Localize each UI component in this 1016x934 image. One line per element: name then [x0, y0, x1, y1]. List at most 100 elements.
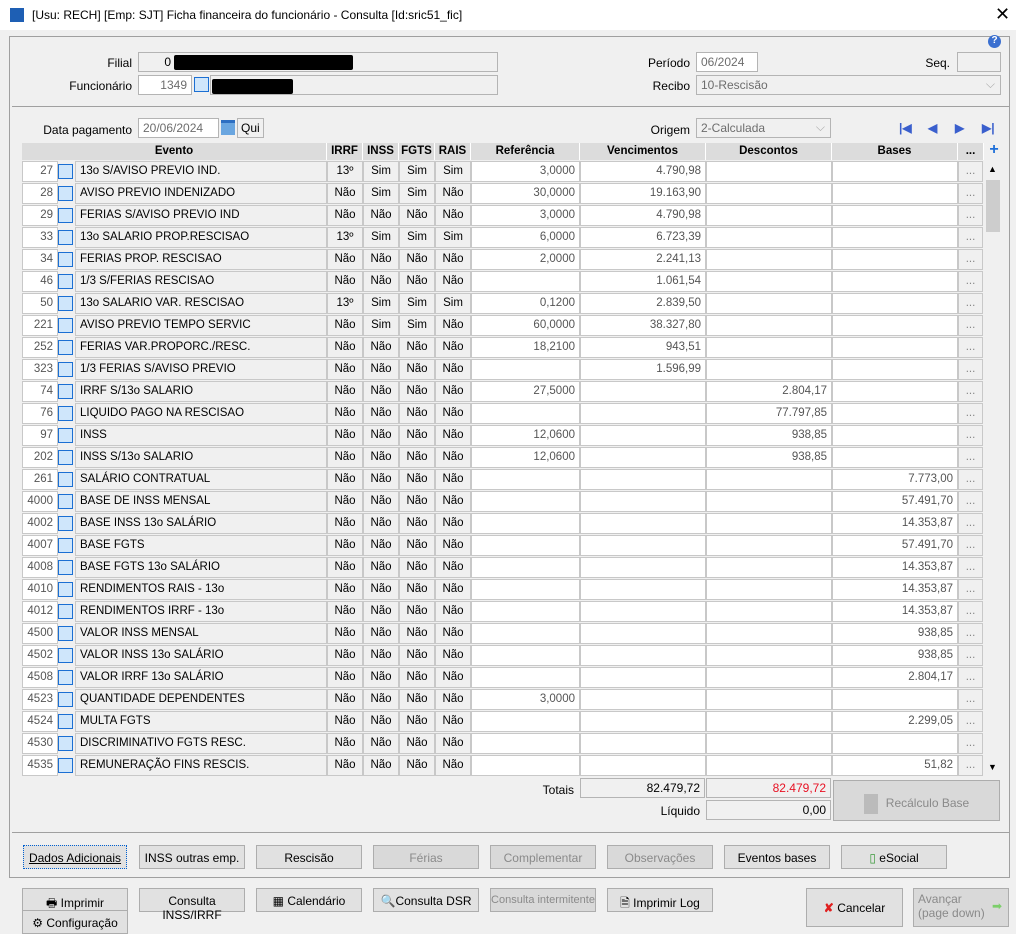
- fgts-cell[interactable]: Não: [399, 755, 435, 776]
- search-icon[interactable]: [58, 230, 73, 245]
- row-ellipsis-button[interactable]: ...: [958, 557, 983, 578]
- search-icon[interactable]: [58, 450, 73, 465]
- rais-cell[interactable]: Não: [435, 535, 471, 556]
- descontos-cell[interactable]: [706, 205, 832, 226]
- event-code-cell[interactable]: 74: [22, 381, 58, 402]
- search-icon[interactable]: [58, 692, 73, 707]
- inss-cell[interactable]: Não: [363, 469, 399, 490]
- descontos-cell[interactable]: [706, 535, 832, 556]
- event-name-cell[interactable]: 13o S/AVISO PREVIO IND.: [75, 161, 327, 182]
- descontos-cell[interactable]: [706, 469, 832, 490]
- tab-inss-outras-emp[interactable]: INSS outras emp.: [139, 845, 245, 869]
- search-icon[interactable]: [58, 494, 73, 509]
- vencimentos-cell[interactable]: [580, 425, 706, 446]
- irrf-cell[interactable]: Não: [327, 601, 363, 622]
- event-code-cell[interactable]: 4008: [22, 557, 58, 578]
- irrf-cell[interactable]: Não: [327, 711, 363, 732]
- vencimentos-cell[interactable]: [580, 491, 706, 512]
- bases-cell[interactable]: [832, 337, 958, 358]
- descontos-cell[interactable]: [706, 733, 832, 754]
- event-code-cell[interactable]: 33: [22, 227, 58, 248]
- descontos-cell[interactable]: [706, 249, 832, 270]
- descontos-cell[interactable]: [706, 359, 832, 380]
- bases-cell[interactable]: 14.353,87: [832, 579, 958, 600]
- descontos-cell[interactable]: [706, 755, 832, 776]
- rais-cell[interactable]: Não: [435, 557, 471, 578]
- irrf-cell[interactable]: Não: [327, 733, 363, 754]
- event-name-cell[interactable]: BASE FGTS 13o SALÁRIO: [75, 557, 327, 578]
- search-icon[interactable]: [58, 186, 73, 201]
- rais-cell[interactable]: Sim: [435, 161, 471, 182]
- vencimentos-cell[interactable]: [580, 381, 706, 402]
- recalculo-base-button[interactable]: Recálculo Base: [833, 780, 1000, 821]
- fgts-cell[interactable]: Não: [399, 491, 435, 512]
- funcionario-code-input[interactable]: 1349: [138, 75, 192, 95]
- first-record-icon[interactable]: |◀: [899, 121, 913, 135]
- rais-cell[interactable]: Não: [435, 513, 471, 534]
- rais-cell[interactable]: Não: [435, 183, 471, 204]
- bases-cell[interactable]: 57.491,70: [832, 491, 958, 512]
- event-name-cell[interactable]: FERIAS S/AVISO PREVIO IND: [75, 205, 327, 226]
- search-icon[interactable]: [58, 736, 73, 751]
- rais-cell[interactable]: Não: [435, 205, 471, 226]
- fgts-cell[interactable]: Não: [399, 337, 435, 358]
- rais-cell[interactable]: Sim: [435, 293, 471, 314]
- irrf-cell[interactable]: Não: [327, 183, 363, 204]
- vencimentos-cell[interactable]: 2.839,50: [580, 293, 706, 314]
- inss-cell[interactable]: Não: [363, 337, 399, 358]
- event-code-cell[interactable]: 27: [22, 161, 58, 182]
- rais-cell[interactable]: Não: [435, 447, 471, 468]
- tab-complementar[interactable]: Complementar: [490, 845, 596, 869]
- search-icon[interactable]: [58, 648, 73, 663]
- rais-cell[interactable]: Não: [435, 271, 471, 292]
- row-ellipsis-button[interactable]: ...: [958, 623, 983, 644]
- inss-cell[interactable]: Não: [363, 733, 399, 754]
- referencia-cell[interactable]: 2,0000: [471, 249, 580, 270]
- fgts-cell[interactable]: Sim: [399, 161, 435, 182]
- event-name-cell[interactable]: IRRF S/13o SALARIO: [75, 381, 327, 402]
- vencimentos-cell[interactable]: [580, 557, 706, 578]
- event-name-cell[interactable]: 1/3 S/FERIAS RESCISAO: [75, 271, 327, 292]
- inss-cell[interactable]: Não: [363, 513, 399, 534]
- vencimentos-cell[interactable]: 943,51: [580, 337, 706, 358]
- row-ellipsis-button[interactable]: ...: [958, 579, 983, 600]
- calendar-icon[interactable]: [221, 120, 235, 135]
- event-name-cell[interactable]: MULTA FGTS: [75, 711, 327, 732]
- bases-cell[interactable]: [832, 733, 958, 754]
- fgts-cell[interactable]: Não: [399, 359, 435, 380]
- row-ellipsis-button[interactable]: ...: [958, 689, 983, 710]
- search-icon[interactable]: [58, 274, 73, 289]
- irrf-cell[interactable]: 13º: [327, 293, 363, 314]
- next-record-icon[interactable]: ▶: [955, 121, 969, 135]
- vencimentos-cell[interactable]: [580, 535, 706, 556]
- row-ellipsis-button[interactable]: ...: [958, 491, 983, 512]
- rais-cell[interactable]: Não: [435, 623, 471, 644]
- event-name-cell[interactable]: VALOR INSS 13o SALÁRIO: [75, 645, 327, 666]
- inss-cell[interactable]: Não: [363, 271, 399, 292]
- search-icon[interactable]: [58, 670, 73, 685]
- rais-cell[interactable]: Não: [435, 755, 471, 776]
- referencia-cell[interactable]: [471, 667, 580, 688]
- irrf-cell[interactable]: Não: [327, 271, 363, 292]
- search-icon[interactable]: [58, 758, 73, 773]
- vencimentos-cell[interactable]: [580, 623, 706, 644]
- vencimentos-cell[interactable]: [580, 469, 706, 490]
- irrf-cell[interactable]: Não: [327, 579, 363, 600]
- row-ellipsis-button[interactable]: ...: [958, 161, 983, 182]
- consulta-dsr-button[interactable]: 🔍Consulta DSR: [373, 888, 479, 912]
- vencimentos-cell[interactable]: [580, 755, 706, 776]
- fgts-cell[interactable]: Não: [399, 733, 435, 754]
- row-ellipsis-button[interactable]: ...: [958, 469, 983, 490]
- fgts-cell[interactable]: Não: [399, 601, 435, 622]
- row-ellipsis-button[interactable]: ...: [958, 381, 983, 402]
- row-ellipsis-button[interactable]: ...: [958, 425, 983, 446]
- inss-cell[interactable]: Não: [363, 557, 399, 578]
- referencia-cell[interactable]: [471, 755, 580, 776]
- event-code-cell[interactable]: 221: [22, 315, 58, 336]
- bases-cell[interactable]: [832, 447, 958, 468]
- inss-cell[interactable]: Não: [363, 711, 399, 732]
- event-name-cell[interactable]: AVISO PREVIO TEMPO SERVIC: [75, 315, 327, 336]
- inss-cell[interactable]: Sim: [363, 227, 399, 248]
- bases-cell[interactable]: [832, 293, 958, 314]
- inss-cell[interactable]: Não: [363, 755, 399, 776]
